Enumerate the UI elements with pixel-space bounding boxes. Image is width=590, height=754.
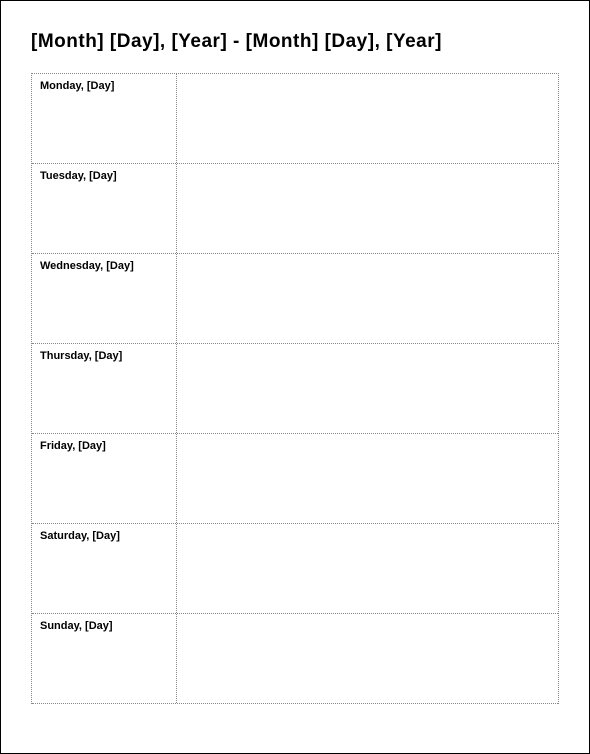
day-row-wednesday: Wednesday, [Day] — [32, 254, 558, 344]
day-label-cell: Friday, [Day] — [32, 434, 177, 523]
day-label-cell: Wednesday, [Day] — [32, 254, 177, 343]
day-row-friday: Friday, [Day] — [32, 434, 558, 524]
day-content-cell — [177, 164, 558, 253]
day-label-cell: Monday, [Day] — [32, 74, 177, 163]
day-label-cell: Saturday, [Day] — [32, 524, 177, 613]
day-row-tuesday: Tuesday, [Day] — [32, 164, 558, 254]
calendar-page: [Month] [Day], [Year] - [Month] [Day], [… — [0, 0, 590, 754]
day-row-saturday: Saturday, [Day] — [32, 524, 558, 614]
day-label: Sunday, [Day] — [40, 620, 168, 632]
day-content-cell — [177, 254, 558, 343]
day-label: Thursday, [Day] — [40, 350, 168, 362]
day-content-cell — [177, 614, 558, 703]
day-label: Monday, [Day] — [40, 80, 168, 92]
day-content-cell — [177, 524, 558, 613]
day-row-sunday: Sunday, [Day] — [32, 614, 558, 704]
day-row-monday: Monday, [Day] — [32, 74, 558, 164]
day-label-cell: Tuesday, [Day] — [32, 164, 177, 253]
date-range-title: [Month] [Day], [Year] - [Month] [Day], [… — [31, 31, 559, 53]
day-label-cell: Thursday, [Day] — [32, 344, 177, 433]
day-label: Wednesday, [Day] — [40, 260, 168, 272]
day-label: Friday, [Day] — [40, 440, 168, 452]
day-label: Tuesday, [Day] — [40, 170, 168, 182]
day-content-cell — [177, 344, 558, 433]
week-grid: Monday, [Day] Tuesday, [Day] Wednesday, … — [31, 73, 559, 704]
day-row-thursday: Thursday, [Day] — [32, 344, 558, 434]
day-content-cell — [177, 74, 558, 163]
day-content-cell — [177, 434, 558, 523]
day-label-cell: Sunday, [Day] — [32, 614, 177, 703]
day-label: Saturday, [Day] — [40, 530, 168, 542]
